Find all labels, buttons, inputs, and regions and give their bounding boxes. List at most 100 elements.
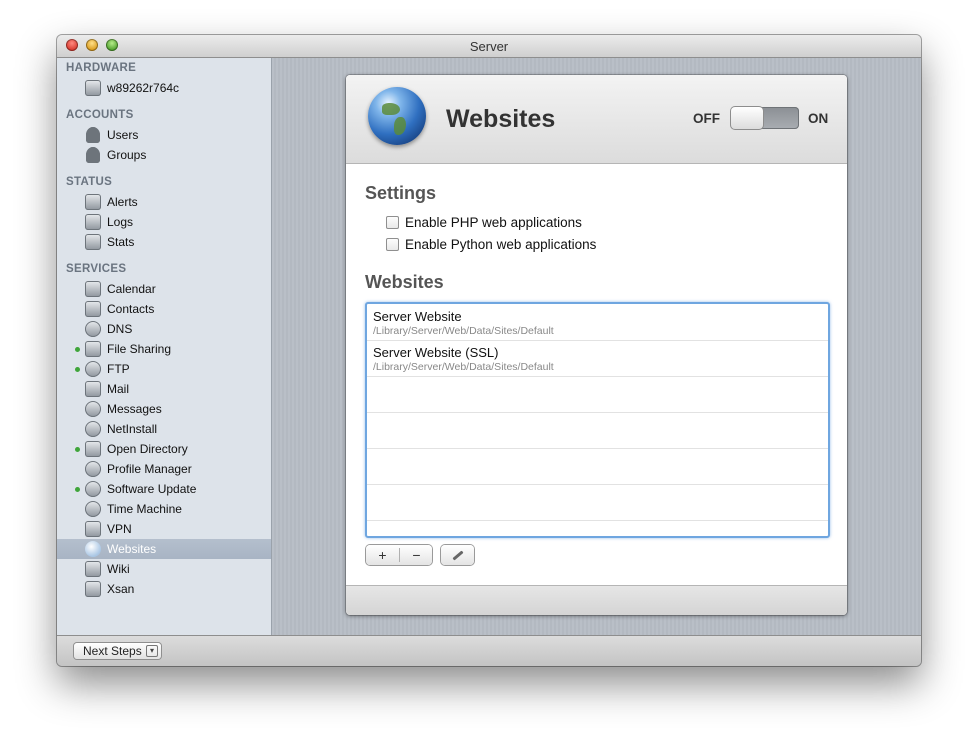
sidebar-item-label: Software Update [107, 482, 197, 496]
list-item[interactable]: Server Website (SSL) /Library/Server/Web… [367, 340, 828, 377]
sidebar-header-accounts: ACCOUNTS [66, 109, 134, 121]
switch-off-label: OFF [693, 111, 720, 126]
running-indicator [75, 447, 80, 452]
user-icon [86, 127, 100, 143]
switch-on-label: ON [808, 111, 829, 126]
sidebar-item-label: FTP [107, 362, 130, 376]
list-item[interactable]: Server Website /Library/Server/Web/Data/… [367, 304, 828, 341]
sidebar-header-status: STATUS [66, 176, 113, 188]
python-checkbox[interactable] [386, 238, 399, 251]
sidebar-item-wiki[interactable]: Wiki [57, 559, 271, 579]
sidebar-header-hardware: HARDWARE [66, 62, 137, 74]
sidebar-item-hardware[interactable]: w89262r764c [57, 78, 271, 98]
sidebar-item-label: Wiki [107, 562, 130, 576]
sidebar-item-label: VPN [107, 522, 132, 536]
sidebar-item-label: w89262r764c [107, 81, 180, 95]
running-indicator [75, 347, 80, 352]
add-website-button[interactable]: + [366, 545, 399, 565]
sidebar-item-groups[interactable]: Groups [57, 145, 271, 165]
sidebar-item-file-sharing[interactable]: File Sharing [57, 339, 271, 359]
python-checkbox-label[interactable]: Enable Python web applications [405, 237, 596, 252]
sidebar-item-software-update[interactable]: Software Update [57, 479, 271, 499]
sidebar-item-label: File Sharing [107, 342, 172, 356]
globe-icon [85, 541, 101, 557]
globe-icon [368, 87, 426, 145]
php-checkbox[interactable] [386, 216, 399, 229]
bar-chart-icon [85, 234, 101, 250]
service-toggle-switch[interactable] [731, 107, 799, 129]
sidebar-item-ftp[interactable]: FTP [57, 359, 271, 379]
sidebar-item-websites[interactable]: Websites [57, 539, 271, 559]
websites-list[interactable]: Server Website /Library/Server/Web/Data/… [365, 302, 830, 538]
sidebar-item-contacts[interactable]: Contacts [57, 299, 271, 319]
switch-knob[interactable] [731, 107, 763, 129]
time-machine-icon [85, 501, 101, 517]
next-steps-label: Next Steps [83, 644, 142, 658]
sidebar-item-label: Time Machine [107, 502, 182, 516]
pencil-icon [452, 550, 464, 561]
messages-icon [85, 401, 101, 417]
sidebar-item-time-machine[interactable]: Time Machine [57, 499, 271, 519]
sidebar-item-dns[interactable]: DNS [57, 319, 271, 339]
file-sharing-icon [85, 341, 101, 357]
sidebar-item-label: Stats [107, 235, 135, 249]
server-window: Server HARDWARE w89262r764c ACCOUNTS Use… [57, 35, 921, 666]
running-indicator [75, 487, 80, 492]
edit-website-button[interactable] [441, 545, 474, 565]
websites-panel: Websites OFF ON Settings Enable PHP web … [346, 75, 847, 615]
php-checkbox-label[interactable]: Enable PHP web applications [405, 215, 582, 230]
sidebar-item-messages[interactable]: Messages [57, 399, 271, 419]
sidebar-item-open-directory[interactable]: Open Directory [57, 439, 271, 459]
sidebar-item-label: Calendar [107, 282, 156, 296]
sidebar-item-label: Profile Manager [107, 462, 192, 476]
dns-icon [85, 321, 101, 337]
sidebar-item-netinstall[interactable]: NetInstall [57, 419, 271, 439]
sidebar-item-label: Contacts [107, 302, 155, 316]
add-remove-buttons: + − [366, 545, 432, 565]
sidebar-item-users[interactable]: Users [57, 125, 271, 145]
sidebar-item-label: Mail [107, 382, 130, 396]
groups-icon [86, 147, 100, 163]
calendar-icon [85, 281, 101, 297]
open-directory-icon [85, 441, 101, 457]
empty-list-row [367, 484, 828, 521]
chevron-down-icon: ▾ [146, 645, 158, 657]
empty-list-row [367, 376, 828, 413]
empty-list-row [367, 448, 828, 485]
sidebar: HARDWARE w89262r764c ACCOUNTS Users Grou… [57, 58, 272, 635]
netinstall-icon [85, 421, 101, 437]
sidebar-item-vpn[interactable]: VPN [57, 519, 271, 539]
sidebar-header-services: SERVICES [66, 263, 127, 275]
page-title: Websites [446, 105, 556, 133]
xsan-icon [85, 581, 101, 597]
sidebar-item-label: Xsan [107, 582, 135, 596]
remove-website-button[interactable]: − [400, 545, 433, 565]
empty-list-row [367, 412, 828, 449]
megaphone-icon [85, 194, 101, 210]
document-icon [85, 214, 101, 230]
vpn-icon [85, 521, 101, 537]
ftp-icon [85, 361, 101, 377]
sidebar-item-logs[interactable]: Logs [57, 212, 271, 232]
sidebar-item-label: NetInstall [107, 422, 158, 436]
sidebar-item-label: Messages [107, 402, 162, 416]
profile-manager-icon [85, 461, 101, 477]
panel-footer [346, 585, 847, 615]
sidebar-item-xsan[interactable]: Xsan [57, 579, 271, 599]
next-steps-button[interactable]: Next Steps ▾ [74, 643, 161, 659]
running-indicator [75, 367, 80, 372]
content-area: Websites OFF ON Settings Enable PHP web … [272, 58, 921, 635]
sidebar-item-calendar[interactable]: Calendar [57, 279, 271, 299]
sidebar-item-label: Websites [107, 542, 157, 556]
mail-icon [85, 381, 101, 397]
sidebar-item-mail[interactable]: Mail [57, 379, 271, 399]
sidebar-item-stats[interactable]: Stats [57, 232, 271, 252]
wiki-icon [85, 561, 101, 577]
settings-title: Settings [365, 183, 437, 203]
computer-icon [85, 80, 101, 96]
sidebar-item-label: Open Directory [107, 442, 188, 456]
sidebar-item-profile-manager[interactable]: Profile Manager [57, 459, 271, 479]
panel-header: Websites OFF ON [346, 75, 847, 164]
sidebar-item-alerts[interactable]: Alerts [57, 192, 271, 212]
sidebar-item-label: Users [107, 128, 139, 142]
